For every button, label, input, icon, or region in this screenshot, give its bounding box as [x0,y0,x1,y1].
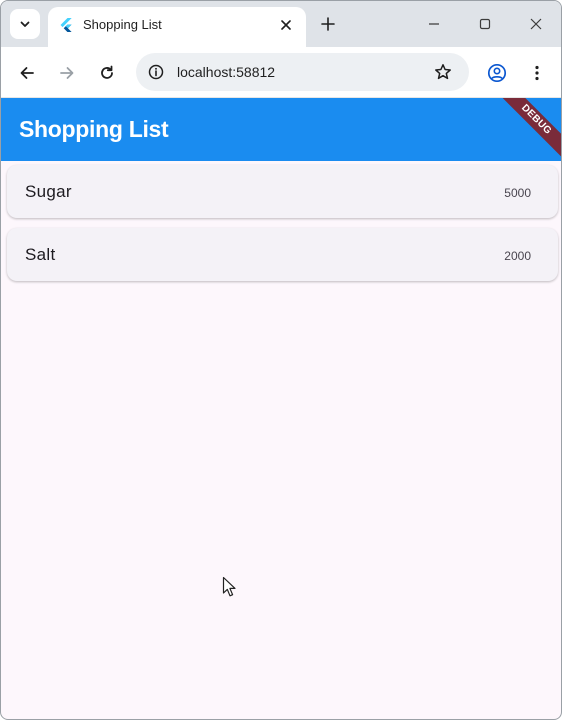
chevron-down-icon [20,21,30,27]
flutter-icon [60,18,72,32]
new-tab-button[interactable] [316,12,340,36]
back-button[interactable] [12,58,42,88]
tab-shopping-list[interactable]: Shopping List [48,7,306,47]
list-item[interactable]: Sugar 5000 [7,165,558,218]
debug-banner: DEBUG [491,98,561,161]
minimize-icon [429,23,439,25]
browser-window: Shopping List localhost:58812 Shopping L… [0,0,562,720]
tab-title: Shopping List [83,17,162,32]
profile-button[interactable] [482,58,512,88]
close-tab-button[interactable] [276,15,296,35]
url-text: localhost:58812 [177,64,276,80]
profile-icon [487,63,507,83]
tab-search-button[interactable] [10,9,40,39]
kebab-menu-icon [535,65,539,81]
forward-button[interactable] [52,58,82,88]
app-bar: Shopping List DEBUG [1,98,561,161]
forward-arrow-icon [60,67,74,79]
item-quantity: 2000 [504,249,531,263]
site-info-button[interactable] [146,62,166,82]
shopping-list: Sugar 5000 Salt 2000 [7,165,558,291]
plus-icon [321,17,335,31]
address-bar[interactable]: localhost:58812 [136,53,469,91]
reload-button[interactable] [92,58,122,88]
page-title: Shopping List [19,116,169,142]
bookmark-button[interactable] [433,62,453,82]
info-icon [148,64,164,80]
browser-toolbar: localhost:58812 [1,47,561,98]
maximize-button[interactable] [470,9,500,39]
close-icon [281,20,291,30]
item-quantity: 5000 [504,186,531,200]
reload-icon [101,65,113,79]
back-arrow-icon [20,67,34,79]
close-icon [530,18,542,30]
item-name: Salt [25,245,56,264]
close-window-button[interactable] [521,9,551,39]
browser-menu-button[interactable] [522,58,552,88]
mouse-cursor-icon [222,576,236,597]
minimize-button[interactable] [419,9,449,39]
item-name: Sugar [25,182,72,201]
star-icon [435,64,451,80]
list-item[interactable]: Salt 2000 [7,228,558,281]
tab-strip: Shopping List [1,1,561,47]
maximize-icon [479,18,491,30]
